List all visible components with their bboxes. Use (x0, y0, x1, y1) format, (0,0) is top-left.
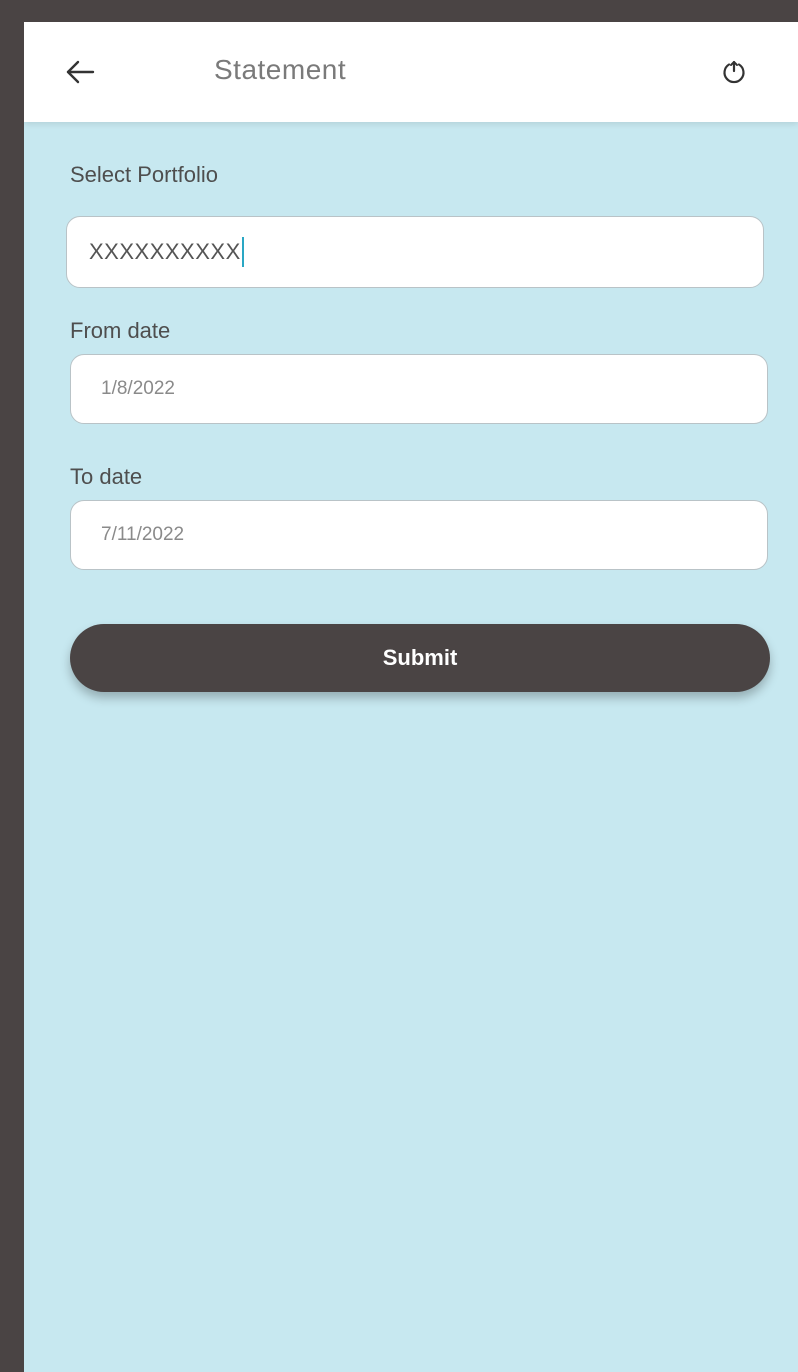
power-button[interactable] (716, 54, 752, 90)
app-header: Statement (24, 22, 798, 122)
to-date-field[interactable] (70, 500, 768, 570)
from-date-field[interactable] (70, 354, 768, 424)
power-icon (723, 60, 745, 84)
from-date-label: From date (70, 318, 171, 343)
to-date-input[interactable] (101, 501, 767, 569)
to-date-label: To date (70, 464, 143, 489)
back-button[interactable] (60, 52, 100, 92)
back-arrow-icon (66, 60, 95, 84)
portfolio-label: Select Portfolio (70, 162, 218, 187)
from-date-input[interactable] (101, 355, 767, 423)
submit-button[interactable]: Submit (70, 624, 770, 692)
portfolio-value: XXXXXXXXXX (89, 239, 241, 264)
page-title: Statement (214, 54, 347, 85)
text-cursor (241, 237, 244, 267)
portfolio-field[interactable]: XXXXXXXXXX (66, 216, 764, 288)
app-screen: Statement Select Portfolio XXXXXXXXXX Fr… (24, 22, 798, 1372)
